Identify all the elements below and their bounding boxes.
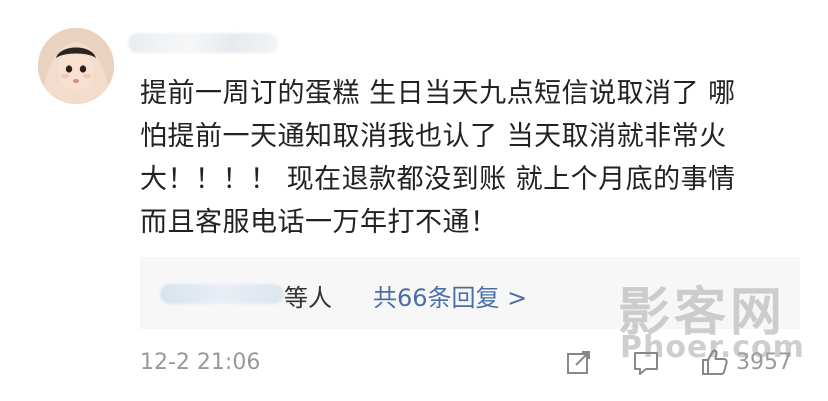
comment-line: 怕提前一天通知取消我也认了 当天取消就非常火 bbox=[140, 121, 727, 152]
comment-line: 提前一周订的蛋糕 生日当天九点短信说取消了 哪 bbox=[140, 78, 736, 109]
view-replies-link[interactable]: 共66条回复 > bbox=[373, 278, 527, 313]
reply-people-label: 等人 bbox=[284, 284, 332, 312]
replier-names-blurred bbox=[160, 284, 284, 304]
avatar[interactable] bbox=[38, 28, 114, 104]
username-blurred[interactable] bbox=[128, 33, 278, 53]
comment-text: 提前一周订的蛋糕 生日当天九点短信说取消了 哪 怕提前一天通知取消我也认了 当天… bbox=[140, 72, 800, 244]
comment-line: 大！！！！ 现在退款都没到账 就上个月底的事情 bbox=[140, 164, 736, 195]
comment-line: 而且客服电话一万年打不通！ bbox=[140, 207, 498, 238]
comment-icon[interactable] bbox=[632, 349, 660, 381]
comment-timestamp: 12-2 21:06 bbox=[140, 350, 261, 375]
like-count: 3957 bbox=[736, 350, 792, 375]
share-icon[interactable] bbox=[566, 349, 592, 379]
like-icon[interactable] bbox=[700, 347, 730, 381]
